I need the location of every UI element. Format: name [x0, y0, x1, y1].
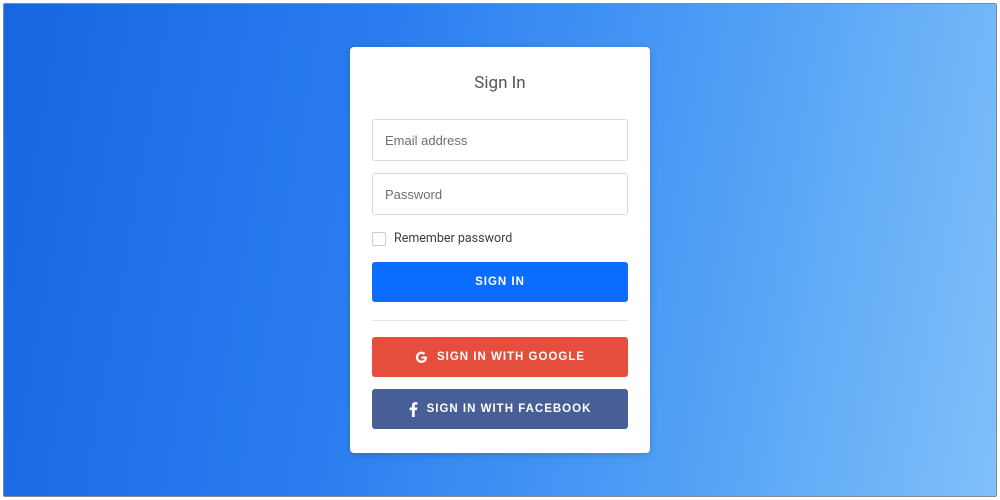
google-signin-button[interactable]: Sign in with Google: [372, 337, 628, 377]
facebook-button-label: Sign in with Facebook: [427, 403, 592, 415]
remember-label: Remember password: [394, 231, 512, 246]
signin-button-label: Sign In: [475, 276, 525, 288]
facebook-signin-button[interactable]: Sign in with Facebook: [372, 389, 628, 429]
google-button-label: Sign in with Google: [437, 351, 585, 363]
google-icon: [415, 351, 428, 364]
signin-card: Sign In Remember password Sign In: [350, 47, 650, 453]
facebook-icon: [409, 402, 418, 417]
remember-row[interactable]: Remember password: [372, 231, 628, 246]
divider: [372, 320, 628, 321]
remember-checkbox[interactable]: [372, 232, 386, 246]
card-title: Sign In: [372, 73, 628, 93]
email-field[interactable]: [372, 119, 628, 161]
signin-button[interactable]: Sign In: [372, 262, 628, 302]
background-gradient: Sign In Remember password Sign In: [3, 3, 997, 497]
viewport: Sign In Remember password Sign In: [0, 0, 1000, 500]
password-field[interactable]: [372, 173, 628, 215]
